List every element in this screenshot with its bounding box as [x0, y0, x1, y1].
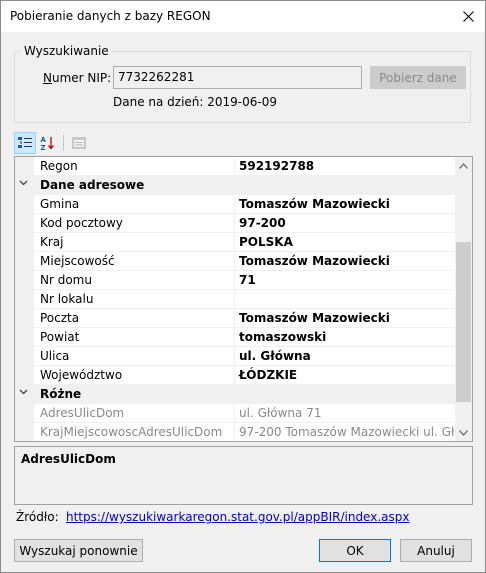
row-margin: [15, 233, 34, 252]
property-name: Gmina: [34, 195, 235, 214]
property-name: Miejscowość: [34, 252, 235, 271]
property-grid-rows: Regon 592192788 Dane adresowe Gmina Tomaszów…: [15, 157, 456, 441]
row-margin: [15, 252, 34, 271]
property-row[interactable]: Poczta Tomaszów Mazowiecki: [15, 309, 456, 328]
close-button[interactable]: [451, 1, 485, 32]
source-label: Źródło:: [16, 510, 59, 524]
category-label: Różne: [40, 387, 82, 401]
property-row[interactable]: Kod pocztowy 97-200: [15, 214, 456, 233]
property-name: Kraj: [34, 233, 235, 252]
search-group: Wyszukiwanie Numer NIP: 7732262281 Pobie…: [14, 44, 471, 123]
property-name: Regon: [34, 157, 235, 176]
property-name: Województwo: [34, 366, 235, 385]
row-margin: [15, 290, 34, 309]
row-margin: [15, 214, 34, 233]
property-value[interactable]: ul. Główna 71: [236, 404, 456, 423]
property-row[interactable]: KrajMiejscowoscAdresUlicDom 97-200 Tomasz…: [15, 423, 456, 441]
property-value[interactable]: 592192788: [236, 157, 456, 176]
vertical-scrollbar[interactable]: [455, 157, 472, 441]
property-name: AdresUlicDom: [34, 404, 235, 423]
collapse-chevron-icon[interactable]: [19, 387, 28, 399]
property-row[interactable]: Województwo ŁÓDZKIE: [15, 366, 456, 385]
nip-input[interactable]: 7732262281: [113, 66, 362, 89]
nip-label-accelerator: N: [43, 71, 52, 85]
categorized-view-icon: [18, 137, 32, 148]
row-margin: [15, 423, 34, 441]
property-pages-button[interactable]: [68, 132, 90, 154]
property-row[interactable]: AdresUlicDom ul. Główna 71: [15, 404, 456, 423]
title-bar: Pobieranie danych z bazy REGON: [1, 1, 485, 32]
row-margin: [15, 328, 34, 347]
property-name: Powiat: [34, 328, 235, 347]
chevron-down-icon: [459, 429, 468, 436]
property-value[interactable]: POLSKA: [236, 233, 456, 252]
property-name: Kod pocztowy: [34, 214, 235, 233]
cancel-button[interactable]: Anuluj: [400, 539, 472, 562]
row-margin: [15, 404, 34, 423]
row-margin: [15, 347, 34, 366]
row-margin: [15, 271, 34, 290]
property-value[interactable]: 97-200 Tomaszów Mazowiecki ul. Główna 71: [236, 423, 456, 441]
categorized-view-button[interactable]: [14, 132, 36, 154]
property-name: Nr domu: [34, 271, 235, 290]
property-row[interactable]: Nr domu 71: [15, 271, 456, 290]
property-row[interactable]: Miejscowość Tomaszów Mazowiecki: [15, 252, 456, 271]
search-again-button[interactable]: Wyszukaj ponownie: [14, 539, 143, 562]
nip-label-text: umer NIP:: [51, 71, 112, 85]
window-title: Pobieranie danych z bazy REGON: [10, 9, 211, 23]
property-grid-toolbar: A Z: [14, 132, 134, 154]
property-row[interactable]: Powiat tomaszowski: [15, 328, 456, 347]
svg-text:Z: Z: [41, 144, 46, 151]
property-value[interactable]: 71: [236, 271, 456, 290]
scroll-down-button[interactable]: [455, 424, 472, 441]
property-pages-icon: [72, 137, 86, 149]
row-margin: [15, 157, 34, 176]
property-name: Poczta: [34, 309, 235, 328]
property-value[interactable]: ul. Główna: [236, 347, 456, 366]
scroll-up-button[interactable]: [455, 157, 472, 174]
description-title: AdresUlicDom: [21, 452, 116, 466]
property-name: Ulica: [34, 347, 235, 366]
svg-text:A: A: [41, 136, 47, 144]
sort-az-icon: A Z: [41, 136, 54, 151]
data-date-text: Dane na dzień: 2019-06-09: [113, 95, 278, 109]
collapse-chevron-icon[interactable]: [19, 178, 28, 190]
alphabetical-sort-button[interactable]: A Z: [37, 132, 59, 154]
property-name: KrajMiejscowoscAdresUlicDom: [34, 423, 235, 441]
property-grid[interactable]: Regon 592192788 Dane adresowe Gmina Tomaszów…: [14, 156, 473, 442]
row-margin: [15, 309, 34, 328]
property-category[interactable]: Różne: [15, 385, 456, 404]
row-margin: [15, 366, 34, 385]
property-category[interactable]: Dane adresowe: [15, 176, 456, 195]
property-value[interactable]: Tomaszów Mazowiecki: [236, 252, 456, 271]
toolbar-separator: [63, 135, 64, 151]
property-value[interactable]: Tomaszów Mazowiecki: [236, 309, 456, 328]
property-value[interactable]: tomaszowski: [236, 328, 456, 347]
property-row[interactable]: Regon 592192788: [15, 157, 456, 176]
property-value[interactable]: Tomaszów Mazowiecki: [236, 195, 456, 214]
category-label: Dane adresowe: [40, 178, 145, 192]
property-name: Nr lokalu: [34, 290, 235, 309]
ok-button[interactable]: OK: [319, 539, 391, 562]
property-row[interactable]: Kraj POLSKA: [15, 233, 456, 252]
description-panel: AdresUlicDom: [14, 446, 473, 505]
row-margin: [15, 195, 34, 214]
property-row[interactable]: Gmina Tomaszów Mazowiecki: [15, 195, 456, 214]
chevron-up-icon: [459, 162, 468, 169]
scrollbar-thumb[interactable]: [456, 242, 471, 402]
fetch-data-button[interactable]: Pobierz dane: [370, 66, 466, 89]
property-value[interactable]: ŁÓDZKIE: [236, 366, 456, 385]
property-row[interactable]: Ulica ul. Główna: [15, 347, 456, 366]
dialog-window: Pobieranie danych z bazy REGON Wyszukiwa…: [0, 0, 486, 573]
property-row[interactable]: Nr lokalu: [15, 290, 456, 309]
nip-label: Numer NIP:: [43, 71, 111, 85]
search-group-legend: Wyszukiwanie: [21, 44, 112, 58]
property-value[interactable]: 97-200: [236, 214, 456, 233]
close-icon: [462, 11, 474, 22]
source-link[interactable]: https://wyszukiwarkaregon.stat.gov.pl/ap…: [66, 510, 409, 524]
property-value[interactable]: [236, 290, 456, 309]
